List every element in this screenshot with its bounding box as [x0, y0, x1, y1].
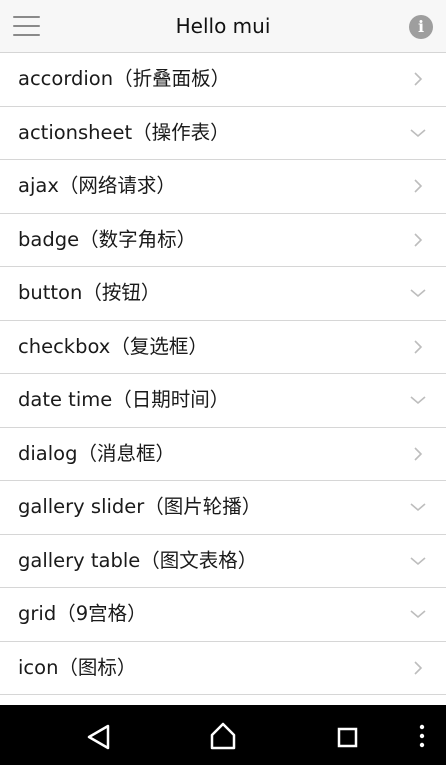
more-vertical-icon[interactable]	[392, 705, 446, 765]
list-item[interactable]: date time（日期时间）	[0, 374, 446, 428]
list-item[interactable]: gallery table（图文表格）	[0, 535, 446, 588]
android-navigation-bar	[0, 705, 446, 765]
chevron-right-icon	[408, 321, 428, 373]
list-item[interactable]: gallery slider（图片轮播）	[0, 481, 446, 535]
list-item[interactable]: actionsheet（操作表）	[0, 107, 446, 160]
list-item[interactable]: checkbox（复选框）	[0, 321, 446, 374]
list-item[interactable]: dialog（消息框）	[0, 428, 446, 481]
list-item[interactable]: icon（图标）	[0, 642, 446, 695]
list-item-label: actionsheet（操作表）	[18, 120, 230, 144]
info-icon[interactable]: i	[409, 15, 433, 39]
home-icon[interactable]	[193, 705, 253, 765]
app-header: Hello mui i	[0, 0, 446, 53]
chevron-right-icon	[408, 53, 428, 105]
list-item-label: gallery table（图文表格）	[18, 548, 258, 572]
back-triangle-icon[interactable]	[68, 705, 128, 765]
chevron-right-icon	[408, 214, 428, 266]
list-item-label: checkbox（复选框）	[18, 334, 208, 358]
chevron-down-icon	[408, 107, 428, 159]
list-item-label: dialog（消息框）	[18, 441, 175, 465]
list-item[interactable]: button（按钮）	[0, 267, 446, 321]
list-item-label: icon（图标）	[18, 655, 137, 679]
chevron-right-icon	[408, 160, 428, 212]
chevron-down-icon	[408, 374, 428, 426]
chevron-down-icon	[408, 588, 428, 640]
list-item-label: accordion（折叠面板）	[18, 67, 231, 90]
list-item-label: badge（数字角标）	[18, 227, 197, 251]
list-item-label: button（按钮）	[18, 281, 161, 304]
list-item[interactable]: badge（数字角标）	[0, 214, 446, 267]
page-title: Hello mui	[175, 14, 271, 38]
list-item[interactable]: ajax（网络请求）	[0, 160, 446, 214]
recents-square-icon[interactable]	[318, 705, 378, 765]
chevron-down-icon	[408, 267, 428, 319]
chevron-right-icon	[408, 642, 428, 694]
component-list: accordion（折叠面板） actionsheet（操作表） ajax（网络请求…	[0, 53, 446, 705]
list-item-label: grid（9宫格）	[18, 602, 147, 625]
list-item[interactable]: grid（9宫格）	[0, 588, 446, 642]
chevron-down-icon	[408, 535, 428, 587]
list-item[interactable]: accordion（折叠面板）	[0, 53, 446, 107]
chevron-down-icon	[408, 481, 428, 533]
list-item-label: date time（日期时间）	[18, 388, 230, 411]
chevron-right-icon	[408, 428, 428, 480]
list-item-label: ajax（网络请求）	[18, 174, 176, 197]
list-item-label: gallery slider（图片轮播）	[18, 495, 262, 518]
